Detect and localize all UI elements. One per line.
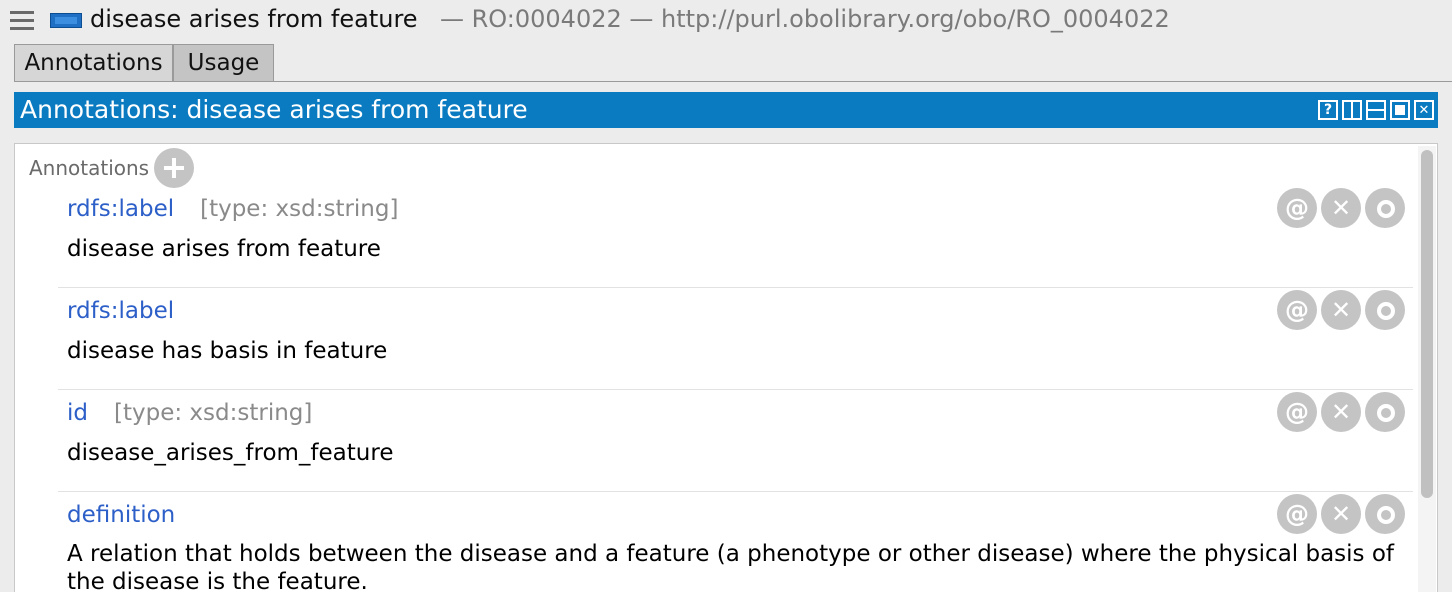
annotation-property: rdfs:label [type: xsd:string] — [67, 196, 398, 222]
entity-title-bar: disease arises from feature — RO:0004022… — [0, 0, 1452, 42]
annotation-value: disease arises from feature — [67, 236, 381, 262]
view-title: Annotations: disease arises from feature — [20, 95, 528, 124]
row-actions: @ ✕ — [1277, 290, 1405, 330]
annotation-row[interactable]: rdfs:label disease has basis in feature … — [58, 288, 1413, 390]
delete-button[interactable]: ✕ — [1321, 392, 1361, 432]
help-icon[interactable]: ? — [1318, 100, 1338, 120]
annotation-property: definition — [67, 502, 175, 528]
view-header-buttons: ? ✕ — [1318, 100, 1434, 120]
annotations-list-pane: Annotations rdfs:label [type: xsd:string]… — [14, 143, 1438, 592]
split-horizontal-icon[interactable] — [1366, 100, 1386, 120]
annotation-property: id [type: xsd:string] — [67, 400, 312, 426]
property-type: [type: xsd:string] — [114, 400, 313, 426]
edit-button[interactable] — [1365, 290, 1405, 330]
annotate-button[interactable]: @ — [1277, 188, 1317, 228]
row-actions: @ ✕ — [1277, 494, 1405, 534]
edit-button[interactable] — [1365, 188, 1405, 228]
vertical-scrollbar[interactable] — [1418, 146, 1436, 592]
property-type: [type: xsd:string] — [200, 196, 399, 222]
menu-icon[interactable] — [10, 11, 34, 31]
property-name[interactable]: definition — [67, 502, 175, 528]
edit-button[interactable] — [1365, 392, 1405, 432]
annotation-row[interactable]: definition A relation that holds between… — [58, 492, 1413, 592]
annotation-property: rdfs:label — [67, 298, 174, 324]
protege-annotations-window: disease arises from feature — RO:0004022… — [0, 0, 1452, 592]
delete-button[interactable]: ✕ — [1321, 494, 1361, 534]
view-tabs: Annotations Usage — [14, 44, 1452, 83]
tab-usage[interactable]: Usage — [173, 44, 274, 82]
property-name[interactable]: id — [67, 400, 88, 426]
scroll-thumb[interactable] — [1421, 150, 1433, 498]
delete-button[interactable]: ✕ — [1321, 188, 1361, 228]
annotations-view-header: Annotations: disease arises from feature… — [14, 92, 1438, 128]
annotation-row[interactable]: rdfs:label [type: xsd:string] disease ari… — [58, 186, 1413, 288]
annotation-row[interactable]: id [type: xsd:string] disease_arises_from… — [58, 390, 1413, 492]
entity-iri-details: — RO:0004022 — http://purl.obolibrary.or… — [440, 5, 1170, 33]
row-actions: @ ✕ — [1277, 392, 1405, 432]
edit-button[interactable] — [1365, 494, 1405, 534]
annotate-button[interactable]: @ — [1277, 392, 1317, 432]
annotations-section-label: Annotations — [29, 156, 150, 180]
annotation-value: disease_arises_from_feature — [67, 440, 394, 466]
tab-divider — [14, 81, 1452, 82]
object-property-icon — [50, 13, 82, 28]
annotation-value: disease has basis in feature — [67, 338, 388, 364]
maximize-icon[interactable] — [1390, 100, 1410, 120]
annotation-value: A relation that holds between the diseas… — [67, 541, 1395, 592]
delete-button[interactable]: ✕ — [1321, 290, 1361, 330]
tab-annotations[interactable]: Annotations — [14, 44, 173, 82]
property-name[interactable]: rdfs:label — [67, 298, 174, 324]
close-icon[interactable]: ✕ — [1414, 100, 1434, 120]
add-annotation-button[interactable] — [154, 148, 194, 188]
annotate-button[interactable]: @ — [1277, 494, 1317, 534]
split-vertical-icon[interactable] — [1342, 100, 1362, 120]
property-name[interactable]: rdfs:label — [67, 196, 174, 222]
entity-name: disease arises from feature — [90, 5, 418, 33]
row-actions: @ ✕ — [1277, 188, 1405, 228]
annotate-button[interactable]: @ — [1277, 290, 1317, 330]
